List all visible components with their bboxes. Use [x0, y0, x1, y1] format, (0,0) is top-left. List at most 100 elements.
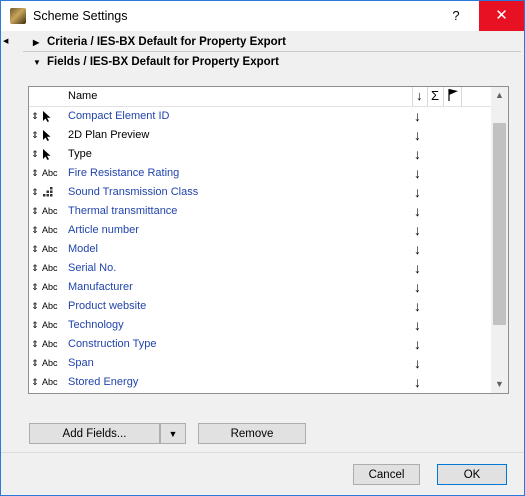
- text-icon: Abc: [42, 168, 58, 178]
- list-item[interactable]: ⇕ Compact Element ID ↓: [29, 107, 491, 126]
- drag-handle-icon[interactable]: ⇕: [31, 297, 39, 316]
- list-item[interactable]: ⇕ Type ↓: [29, 145, 491, 164]
- sort-arrow-icon[interactable]: ↓: [414, 202, 421, 221]
- sort-arrow-icon[interactable]: ↓: [414, 259, 421, 278]
- sort-arrow-icon[interactable]: ↓: [414, 297, 421, 316]
- section-criteria[interactable]: ▶ Criteria / IES-BX Default for Property …: [23, 33, 521, 52]
- sort-arrow-icon[interactable]: ↓: [414, 335, 421, 354]
- scheme-settings-dialog: Scheme Settings ? ✕ ◀ ▶ Criteria / IES-BX…: [0, 0, 525, 496]
- chevron-down-icon: ▼: [168, 429, 178, 439]
- list-item[interactable]: ⇕ Abc Product website ↓: [29, 297, 491, 316]
- text-icon: Abc: [42, 282, 58, 292]
- text-icon: Abc: [42, 358, 58, 368]
- fields-list[interactable]: Name ↓ Σ ⇕ Compact Element ID ↓ ⇕ 2D Plan Pr…: [28, 86, 509, 394]
- close-button[interactable]: ✕: [479, 1, 524, 31]
- field-name: Thermal transmittance: [68, 205, 178, 217]
- field-name: Fire Resistance Rating: [68, 167, 180, 179]
- drag-handle-icon[interactable]: ⇕: [31, 354, 39, 373]
- field-name: Type: [68, 148, 92, 160]
- text-icon: Abc: [42, 244, 58, 254]
- section-label: Fields / IES-BX Default for Property Exp…: [47, 56, 279, 68]
- sort-arrow-icon[interactable]: ↓: [414, 107, 421, 126]
- drag-handle-icon[interactable]: ⇕: [31, 335, 39, 354]
- dialog-title: Scheme Settings: [33, 9, 128, 23]
- cursor-icon: [42, 145, 62, 164]
- drag-handle-icon[interactable]: ⇕: [31, 240, 39, 259]
- list-item[interactable]: ⇕ Abc Span ↓: [29, 354, 491, 373]
- list-item[interactable]: ⇕ Abc Thermal transmittance ↓: [29, 202, 491, 221]
- option-set-icon: [42, 183, 62, 202]
- drag-handle-icon[interactable]: ⇕: [31, 126, 39, 145]
- text-icon: Abc: [42, 206, 58, 216]
- help-button[interactable]: ?: [441, 1, 471, 31]
- sort-arrow-icon[interactable]: ↓: [414, 373, 421, 392]
- scroll-down-icon[interactable]: ▼: [491, 376, 508, 393]
- column-separator: [443, 87, 444, 106]
- section-fields[interactable]: ▼ Fields / IES-BX Default for Property Ex…: [23, 53, 521, 71]
- text-icon: Abc: [42, 320, 58, 330]
- sort-arrow-icon[interactable]: ↓: [414, 164, 421, 183]
- title-bar: Scheme Settings ? ✕: [1, 1, 524, 31]
- cancel-button[interactable]: Cancel: [353, 464, 420, 485]
- add-fields-dropdown[interactable]: ▼: [160, 423, 186, 444]
- scroll-thumb[interactable]: [493, 123, 506, 325]
- drag-handle-icon[interactable]: ⇕: [31, 259, 39, 278]
- text-icon: Abc: [42, 377, 58, 387]
- list-item[interactable]: ⇕ Sound Transmission Class ↓: [29, 183, 491, 202]
- drag-handle-icon[interactable]: ⇕: [31, 145, 39, 164]
- text-icon: Abc: [42, 339, 58, 349]
- list-item[interactable]: ⇕ Abc Article number ↓: [29, 221, 491, 240]
- sum-icon[interactable]: Σ: [431, 88, 439, 103]
- text-icon: Abc: [42, 225, 58, 235]
- drag-handle-icon[interactable]: ⇕: [31, 107, 39, 126]
- sort-arrow-icon[interactable]: ↓: [414, 145, 421, 164]
- footer-divider: [1, 452, 524, 453]
- column-separator: [461, 87, 462, 106]
- sort-arrow-icon[interactable]: ↓: [414, 183, 421, 202]
- collapse-panel-icon[interactable]: ◀: [3, 37, 8, 45]
- sort-arrow-icon[interactable]: ↓: [414, 354, 421, 373]
- list-item[interactable]: ⇕ Abc Serial No. ↓: [29, 259, 491, 278]
- section-label: Criteria / IES-BX Default for Property E…: [47, 36, 286, 48]
- field-name: Span: [68, 357, 94, 369]
- list-item[interactable]: ⇕ Abc Fire Resistance Rating ↓: [29, 164, 491, 183]
- flag-icon[interactable]: [447, 88, 459, 105]
- drag-handle-icon[interactable]: ⇕: [31, 221, 39, 240]
- list-item[interactable]: ⇕ Abc Manufacturer ↓: [29, 278, 491, 297]
- scroll-up-icon[interactable]: ▲: [491, 87, 508, 104]
- ok-button[interactable]: OK: [437, 464, 507, 485]
- sort-arrow-icon[interactable]: ↓: [414, 240, 421, 259]
- list-item[interactable]: ⇕ 2D Plan Preview ↓: [29, 126, 491, 145]
- drag-handle-icon[interactable]: ⇕: [31, 278, 39, 297]
- field-name: Serial No.: [68, 262, 117, 274]
- drag-handle-icon[interactable]: ⇕: [31, 202, 39, 221]
- add-fields-button[interactable]: Add Fields...: [29, 423, 160, 444]
- list-item[interactable]: ⇕ Abc Model ↓: [29, 240, 491, 259]
- drag-handle-icon[interactable]: ⇕: [31, 316, 39, 335]
- sort-arrow-icon[interactable]: ↓: [414, 316, 421, 335]
- field-name: Construction Type: [68, 338, 157, 350]
- sort-arrow-icon[interactable]: ↓: [414, 221, 421, 240]
- list-item[interactable]: ⇕ Abc Construction Type ↓: [29, 335, 491, 354]
- field-name: Sound Transmission Class: [68, 186, 199, 198]
- list-item[interactable]: ⇕ Abc Stored Energy ↓: [29, 373, 491, 392]
- collapse-triangle-icon: ▼: [33, 58, 41, 67]
- field-name: Article number: [68, 224, 139, 236]
- list-item[interactable]: ⇕ Abc Technology ↓: [29, 316, 491, 335]
- field-name: Product website: [68, 300, 147, 312]
- cursor-icon: [42, 126, 62, 145]
- vertical-scrollbar[interactable]: ▲ ▼: [491, 87, 508, 393]
- field-name: 2D Plan Preview: [68, 129, 150, 141]
- column-separator: [412, 87, 413, 106]
- drag-handle-icon[interactable]: ⇕: [31, 164, 39, 183]
- sort-arrow-icon[interactable]: ↓: [414, 126, 421, 145]
- drag-handle-icon[interactable]: ⇕: [31, 373, 39, 392]
- sort-order-icon[interactable]: ↓: [416, 88, 423, 103]
- field-name: Stored Energy: [68, 376, 139, 388]
- expand-triangle-icon: ▶: [33, 38, 40, 47]
- remove-button[interactable]: Remove: [198, 423, 306, 444]
- drag-handle-icon[interactable]: ⇕: [31, 183, 39, 202]
- list-header: Name ↓ Σ: [29, 87, 491, 107]
- column-header-name[interactable]: Name: [68, 90, 97, 102]
- sort-arrow-icon[interactable]: ↓: [414, 278, 421, 297]
